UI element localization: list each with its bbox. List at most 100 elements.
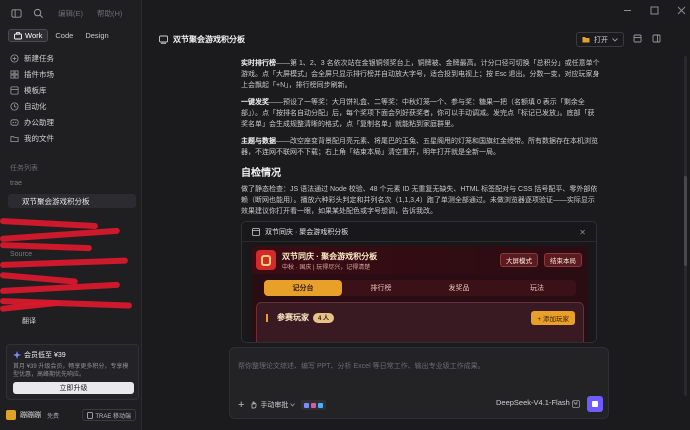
mode-switcher: Work Code Design xyxy=(8,29,114,42)
model-label: DeepSeek-V4.1-Flash xyxy=(496,398,570,407)
scrollbar-thumb[interactable] xyxy=(684,176,687,266)
redaction-scribble xyxy=(0,227,120,242)
sidebar-nav: 新建任务 插件市场 模板库 自动化 办公助理 我的文件 xyxy=(8,50,134,146)
composer: + 手动审批 DeepSeek-V4.1-Flash xyxy=(229,347,609,419)
preview-app-subtitle: 中秋 · 国庆 | 玩得尽兴，记得清楚 xyxy=(282,265,371,271)
mode-code-button[interactable]: Code xyxy=(50,29,78,42)
title-bar: 编辑(E) 帮助(H) xyxy=(0,0,142,26)
tab-ranking[interactable]: 排行榜 xyxy=(342,280,420,296)
sidebar-item-label: 新建任务 xyxy=(24,53,54,63)
html-preview-card[interactable]: 双节同庆 · 聚会游戏积分板 ✕ 双节同庆 · 聚会游戏积分板 中秋 · 国庆 … xyxy=(241,221,597,343)
redaction-scribble xyxy=(0,257,129,268)
close-icon[interactable] xyxy=(677,6,686,17)
promo-title: 会员低至 ¥39 xyxy=(13,350,132,360)
players-title-text: 参赛玩家 xyxy=(277,313,309,322)
sidebar-item-label: 自动化 xyxy=(24,101,47,111)
menu-edit[interactable]: 编辑(E) xyxy=(58,8,83,19)
search-icon[interactable] xyxy=(32,7,44,19)
upgrade-button[interactable]: 立即升级 xyxy=(13,382,134,394)
scrollbar[interactable] xyxy=(684,56,687,396)
players-card-title: 参赛玩家 4 人 xyxy=(265,312,335,323)
preview-close-icon[interactable]: ✕ xyxy=(579,228,586,237)
sidebar-item-templates[interactable]: 模板库 xyxy=(8,82,134,98)
approval-mode-button[interactable]: 手动审批 xyxy=(250,400,296,410)
sidebar-item-new-task[interactable]: 新建任务 xyxy=(8,50,134,66)
task-group-source[interactable]: Source xyxy=(10,251,32,258)
sidebar-item-label: 插件市场 xyxy=(24,69,54,79)
command-icon[interactable] xyxy=(572,400,580,408)
upgrade-promo: 会员低至 ¥39 首月 ¥39 升级会员，畅享更多积分，专享模型优惠，高峰期优先… xyxy=(6,344,139,400)
tool-icon xyxy=(304,402,310,408)
preview-app: 双节同庆 · 聚会游戏积分板 中秋 · 国庆 | 玩得尽兴，记得清楚 大屏模式 … xyxy=(252,246,588,342)
section-heading: 自检情况 xyxy=(241,168,281,179)
paragraph-text: ——改空座变背景配月亮元素、将尾巴的玉兔、五星阁甩的灯笼和国旗红金绶带。所有数据… xyxy=(241,138,598,156)
redaction-scribble xyxy=(0,218,99,230)
main-panel: 双节聚会游戏积分板 打开 实时排行榜——第 1、2、3 名依次站在金银铜领奖台上… xyxy=(143,0,690,430)
preview-tabs: 记分台 排行榜 发奖品 玩法 xyxy=(264,280,576,296)
promo-title-text: 会员低至 ¥39 xyxy=(24,352,66,359)
window-controls xyxy=(623,6,686,17)
paragraph-theme: 主题与数据——改空座变背景配月亮元素、将尾巴的玉兔、五星阁甩的灯笼和国旗红金绶带… xyxy=(241,136,601,158)
panel-toggle-icon[interactable] xyxy=(652,34,661,45)
avatar[interactable] xyxy=(6,410,16,420)
paragraph-label: 实时排行榜 xyxy=(241,60,276,67)
end-round-button[interactable]: 结束本局 xyxy=(544,253,582,267)
share-icon[interactable] xyxy=(633,34,642,45)
paragraph-text: ——第 1、2、3 名依次站在金银铜领奖台上，铜牌被、金牌最高。计分口径可切换「… xyxy=(241,60,600,89)
mode-work-button[interactable]: Work xyxy=(8,29,49,42)
phone-icon xyxy=(87,411,94,419)
chat-icon xyxy=(159,35,168,44)
plus-icon[interactable]: + xyxy=(238,399,244,411)
sidebar-item-plugins[interactable]: 插件市场 xyxy=(8,66,134,82)
preview-tab-title: 双节同庆 · 聚会游戏积分板 xyxy=(265,228,349,236)
approval-mode-label: 手动审批 xyxy=(260,402,289,409)
tool-icon xyxy=(318,402,324,408)
paragraph-label: 一键发奖 xyxy=(241,99,269,106)
stop-icon xyxy=(592,401,598,407)
bar-marker-icon xyxy=(266,313,268,322)
paragraph-leaderboard: 实时排行榜——第 1、2、3 名依次站在金银铜领奖台上，铜牌被、金牌最高。计分口… xyxy=(241,58,601,91)
mobile-app-button[interactable]: TRAE 移动端 xyxy=(82,409,136,421)
new-task-icon xyxy=(10,53,19,63)
sidebar-toggle-icon[interactable] xyxy=(10,7,22,19)
composer-toolbar: + 手动审批 xyxy=(238,399,327,411)
open-button-label: 打开 xyxy=(594,36,608,44)
maximize-icon[interactable] xyxy=(650,6,659,17)
tool-chips[interactable] xyxy=(301,400,327,410)
redaction-scribble xyxy=(0,242,93,252)
menu-help[interactable]: 帮助(H) xyxy=(97,8,122,19)
big-screen-button[interactable]: 大屏模式 xyxy=(500,253,538,267)
task-item-active[interactable]: 双节聚会游戏积分板 xyxy=(8,194,136,208)
sidebar-item-files[interactable]: 我的文件 xyxy=(8,130,134,146)
promo-description: 首月 ¥39 升级会员，畅享更多积分，专享模型优惠，高峰期优先响应。 xyxy=(13,364,129,378)
composer-input[interactable] xyxy=(238,360,598,372)
plan-badge: 免费 xyxy=(47,413,60,420)
preview-app-title: 双节同庆 · 聚会游戏积分板 xyxy=(282,252,378,261)
open-button[interactable]: 打开 xyxy=(576,32,624,47)
sidebar-item-assistant[interactable]: 办公助理 xyxy=(8,114,134,130)
sidebar-item-automation[interactable]: 自动化 xyxy=(8,98,134,114)
preview-titlebar: 双节同庆 · 聚会游戏积分板 ✕ xyxy=(242,222,596,242)
tab-rules[interactable]: 玩法 xyxy=(498,280,576,296)
chevron-down-icon xyxy=(612,37,618,42)
header-actions xyxy=(633,34,661,45)
assistant-message: 实时排行榜——第 1、2、3 名依次站在金银铜领奖台上，铜牌被、金牌最高。计分口… xyxy=(241,58,601,223)
lantern-icon xyxy=(256,250,276,270)
model-selector[interactable]: DeepSeek-V4.1-Flash xyxy=(496,398,578,407)
user-name[interactable]: 蹦蹦蹦 xyxy=(20,410,41,420)
stop-button[interactable] xyxy=(587,396,603,412)
sidebar-item-label: 模板库 xyxy=(24,85,47,95)
redaction-scribble xyxy=(0,272,78,285)
tab-scoreboard[interactable]: 记分台 xyxy=(264,280,342,296)
tool-icon xyxy=(311,402,317,408)
minimize-icon[interactable] xyxy=(623,6,632,17)
mode-design-button[interactable]: Design xyxy=(80,29,113,42)
player-count-badge: 4 人 xyxy=(313,312,335,323)
add-player-button[interactable]: + 添加玩家 xyxy=(531,311,575,325)
paragraph-selfcheck: 做了静态检查：JS 语法通过 Node 校验、48 个元素 ID 无重复无缺失、… xyxy=(241,186,598,215)
task-group-trae[interactable]: trae xyxy=(10,180,22,187)
tab-prizes[interactable]: 发奖品 xyxy=(420,280,498,296)
redaction-scribble xyxy=(0,281,120,294)
task-item-translate[interactable]: 翻译 xyxy=(22,316,36,326)
folder-icon xyxy=(10,135,19,142)
